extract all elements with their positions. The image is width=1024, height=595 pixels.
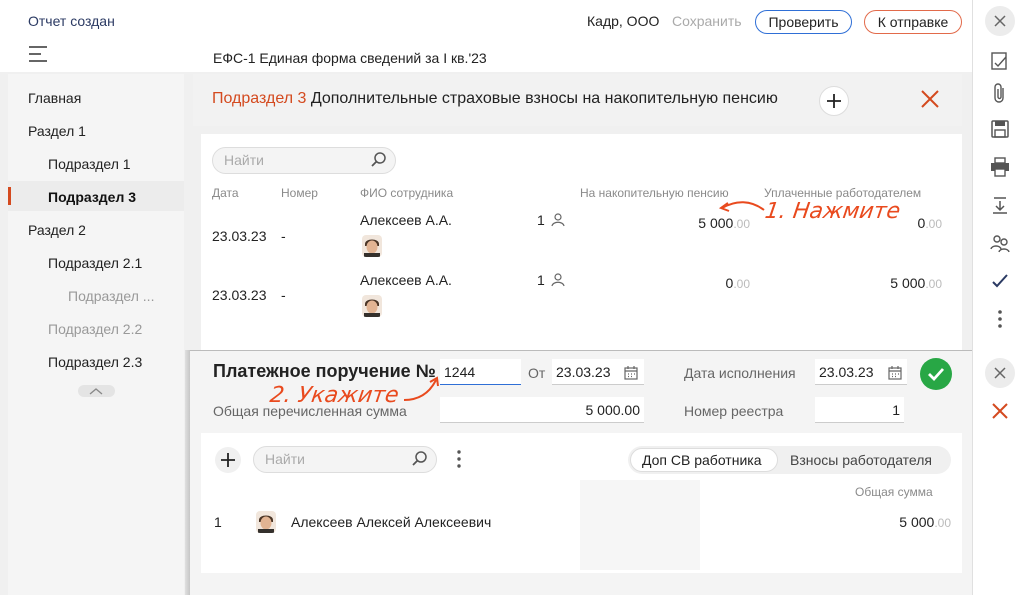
annotation-step-1: 1. Нажмите: [763, 199, 902, 224]
document-title: ЕФС-1 Единая форма сведений за I кв.'23: [213, 50, 487, 66]
paperclip-icon[interactable]: [985, 78, 1015, 108]
column-header-pension: На накопительную пенсию: [580, 186, 729, 200]
people-icon[interactable]: [985, 228, 1015, 258]
delete-icon[interactable]: [985, 396, 1015, 426]
section-name: Дополнительные страховые взносы на накоп…: [310, 90, 778, 107]
inner-row-total: 5 000.00: [870, 514, 951, 530]
collapse-button[interactable]: [78, 385, 115, 397]
column-header-date: Дата: [212, 186, 239, 200]
registry-number-field[interactable]: 1: [815, 397, 904, 423]
tab-employee-contributions[interactable]: Доп СВ работника: [642, 452, 762, 468]
annotation-arrow-1: [716, 196, 766, 220]
row-1-date: 23.03.23: [212, 228, 267, 244]
row-2-pension: 0.00: [680, 275, 750, 291]
payment-number-field[interactable]: 1244: [440, 359, 521, 385]
avatar: [362, 235, 382, 257]
sidebar-item-home[interactable]: Главная: [28, 90, 81, 106]
calendar-icon[interactable]: [886, 364, 904, 382]
row-1-employee[interactable]: Алексеев А.А.: [360, 212, 452, 228]
sidebar-item-subsection-2-1[interactable]: Подраздел 2.1: [48, 255, 142, 271]
column-header-employee: ФИО сотрудника: [360, 186, 454, 200]
annotation-step-2: 2. Укажите: [268, 383, 401, 408]
organization-name[interactable]: Кадр, ООО: [587, 13, 659, 29]
hamburger-icon[interactable]: [28, 45, 48, 63]
save-icon[interactable]: [985, 114, 1015, 144]
column-header-total: Общая сумма: [855, 485, 933, 499]
add-button[interactable]: [819, 86, 849, 116]
printer-icon[interactable]: [985, 152, 1015, 182]
more-icon[interactable]: [985, 304, 1015, 334]
sidebar-item-subsection-ellipsis[interactable]: Подраздел ...: [68, 288, 154, 304]
person-icon[interactable]: [549, 271, 567, 289]
sidebar-item-subsection-1[interactable]: Подраздел 1: [48, 156, 131, 172]
row-2-date: 23.03.23: [212, 287, 267, 303]
avatar: [362, 295, 382, 317]
row-1-count: 1: [537, 212, 545, 228]
close-panel-icon[interactable]: [985, 358, 1015, 388]
row-2-pension-dec: .00: [733, 277, 750, 291]
search-placeholder: Найти: [224, 152, 264, 168]
registry-number-label: Номер реестра: [684, 403, 784, 419]
annotation-arrow-2: [400, 370, 444, 406]
close-icon[interactable]: [985, 6, 1015, 36]
download-icon[interactable]: [985, 190, 1015, 220]
row-2-employer-dec: .00: [925, 277, 942, 291]
inner-row-employee[interactable]: Алексеев Алексей Алексеевич: [291, 514, 491, 530]
exec-date-label: Дата исполнения: [684, 365, 796, 381]
check-button[interactable]: Проверить: [755, 10, 852, 34]
row-2-count: 1: [537, 272, 545, 288]
blurred-area: [580, 480, 700, 570]
confirm-button[interactable]: [920, 358, 952, 390]
total-sum-field[interactable]: 5 000.00: [440, 397, 644, 423]
checklist-icon[interactable]: [985, 46, 1015, 76]
row-2-employee[interactable]: Алексеев А.А.: [360, 272, 452, 288]
row-1-employer-dec: .00: [925, 217, 942, 231]
more-icon[interactable]: [449, 448, 469, 470]
column-header-employer: Уплаченные работодателем: [764, 186, 922, 200]
row-2-employer-int: 5 000: [890, 275, 926, 291]
row-2-employer: 5 000.00: [870, 275, 942, 291]
report-status: Отчет создан: [28, 13, 115, 29]
tab-employer-contributions[interactable]: Взносы работодателя: [790, 452, 932, 468]
sidebar-item-section-2[interactable]: Раздел 2: [28, 222, 86, 238]
close-section-icon[interactable]: [918, 87, 942, 111]
sidebar-item-subsection-2-2[interactable]: Подраздел 2.2: [48, 321, 142, 337]
sidebar-active-marker: [8, 187, 11, 205]
person-icon[interactable]: [549, 211, 567, 229]
search-icon[interactable]: [370, 151, 388, 169]
plus-icon[interactable]: [214, 446, 242, 474]
section-title: Подраздел 3 Дополнительные страховые взн…: [212, 90, 778, 108]
search-icon[interactable]: [411, 450, 429, 468]
checkmark-icon[interactable]: [985, 266, 1015, 296]
save-button[interactable]: Сохранить: [672, 13, 742, 29]
sidebar-item-section-1[interactable]: Раздел 1: [28, 123, 86, 139]
row-1-number: -: [281, 228, 286, 244]
row-2-number: -: [281, 287, 286, 303]
calendar-icon[interactable]: [622, 364, 640, 382]
sidebar-item-subsection-2-3[interactable]: Подраздел 2.3: [48, 354, 142, 370]
from-label: От: [528, 365, 546, 381]
inner-row-total-int: 5 000: [899, 514, 935, 530]
sidebar-item-subsection-3[interactable]: Подраздел 3: [48, 189, 136, 205]
avatar: [256, 511, 276, 533]
inner-row-index: 1: [214, 514, 222, 530]
inner-search-placeholder: Найти: [265, 451, 305, 467]
inner-row-total-dec: .00: [934, 516, 951, 530]
section-prefix: Подраздел 3: [212, 90, 307, 107]
send-button[interactable]: К отправке: [864, 10, 962, 34]
column-header-number: Номер: [281, 186, 318, 200]
